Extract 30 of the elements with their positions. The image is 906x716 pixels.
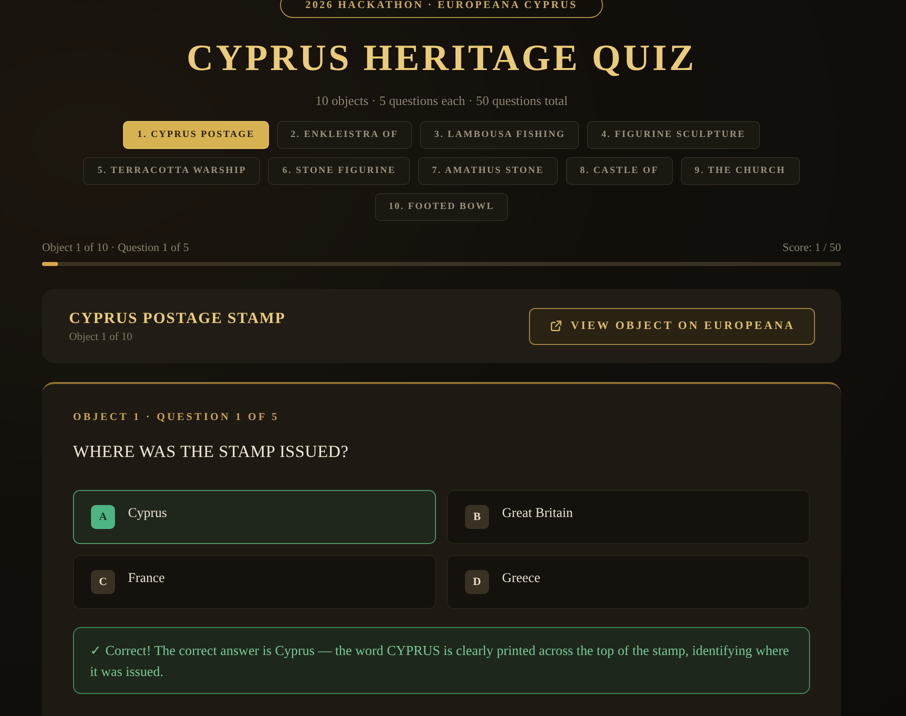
option-letter: A <box>91 505 115 529</box>
score-text: Score: 1 / 50 <box>782 241 841 255</box>
feedback-message: ✓ Correct! The correct answer is Cyprus — the word CYPRUS is clearly printed across the top of the stamp, identifying where it was issued. <box>73 627 810 694</box>
progress-position: Object 1 of 10 · Question 1 of 5 <box>42 241 189 255</box>
quiz-title: CYPRUS HERITAGE QUIZ <box>186 37 698 81</box>
object-tab[interactable]: 5. TERRACOTTA WARSHIP <box>83 157 260 185</box>
object-tab[interactable]: 10. FOOTED BOWL <box>374 193 508 221</box>
answer-option[interactable]: D Greece <box>447 555 810 609</box>
object-tab[interactable]: 1. CYPRUS POSTAGE <box>123 121 269 149</box>
option-letter: D <box>465 570 489 594</box>
object-tab[interactable]: 2. ENKLEISTRA OF <box>276 121 412 149</box>
answer-option[interactable]: C France <box>73 555 436 609</box>
object-title: CYPRUS POSTAGE STAMP <box>69 310 286 328</box>
object-subtitle: Object 1 of 10 <box>69 330 134 344</box>
quiz-subtitle: 10 objects · 5 questions each · 50 questions total <box>314 93 569 109</box>
option-letter: B <box>465 505 489 529</box>
answer-option[interactable]: B Great Britain <box>447 490 810 544</box>
question-text: WHERE WAS THE STAMP ISSUED? <box>73 442 350 462</box>
option-letter: C <box>91 570 115 594</box>
answer-option[interactable]: A Cyprus <box>73 490 436 544</box>
object-tab[interactable]: 4. FIGURINE SCULPTURE <box>587 121 760 149</box>
question-counter: OBJECT 1 · QUESTION 1 OF 5 <box>73 411 280 425</box>
event-badge: 2026 HACKATHON · EUROPEANA CYPRUS <box>280 0 603 18</box>
object-tab[interactable]: 8. CASTLE OF <box>566 157 673 185</box>
external-link-icon <box>550 320 562 332</box>
object-tab[interactable]: 7. AMATHUS STONE <box>418 157 558 185</box>
object-tab[interactable]: 9. THE CHURCH <box>680 157 800 185</box>
object-tab[interactable]: 6. STONE FIGURINE <box>268 157 410 185</box>
object-tab[interactable]: 3. LAMBOUSA FISHING <box>420 121 580 149</box>
view-object-button[interactable]: VIEW OBJECT ON EUROPEANA <box>528 308 815 344</box>
